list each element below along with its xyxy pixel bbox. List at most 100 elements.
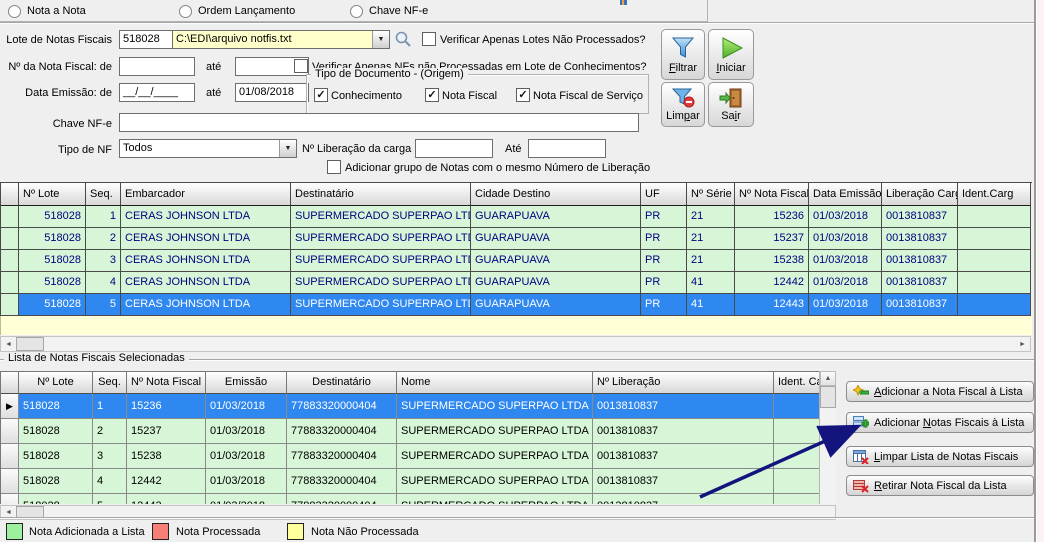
cell[interactable]: 2 [93,419,127,444]
table-row[interactable]: 51802841244201/03/201877883320000404SUPE… [1,469,821,494]
cell[interactable]: 01/03/2018 [809,272,882,294]
cell[interactable]: 77883320000404 [287,469,397,494]
cell[interactable]: 01/03/2018 [206,469,287,494]
cell[interactable]: 15238 [735,250,809,272]
cell[interactable]: 77883320000404 [287,419,397,444]
scroll-left-icon[interactable]: ◄ [1,337,16,351]
cell[interactable]: 01/03/2018 [206,394,287,419]
column-header[interactable]: Nº Nota Fiscal [735,183,809,206]
cell[interactable]: 5 [86,294,121,316]
cell[interactable]: 518028 [19,294,86,316]
cell[interactable]: 21 [687,228,735,250]
radio-ordem-lancamento[interactable]: Ordem Lançamento [179,4,295,18]
tipo-nf-combobox[interactable]: Todos ▼ [119,139,297,158]
verificar-nfs-checkbox[interactable] [294,59,308,73]
liberacao-ate-input[interactable] [528,139,606,158]
cell[interactable]: 0013810837 [882,206,958,228]
table-row[interactable]: 51802821523701/03/201877883320000404SUPE… [1,419,821,444]
column-header[interactable]: Nº Liberação [593,372,774,394]
cell[interactable]: CERAS JOHNSON LTDA [121,272,291,294]
verificar-lotes-checkbox[interactable] [422,32,436,46]
cell[interactable]: 01/03/2018 [206,419,287,444]
scroll-up-icon[interactable]: ▲ [820,371,836,386]
cell[interactable]: 1 [93,394,127,419]
filtrar-button[interactable]: Filtrar [661,29,705,80]
column-header[interactable]: Seq. [93,372,127,394]
cell[interactable]: 1 [86,206,121,228]
adicionar-nota-button[interactable]: Adicionar a Nota Fiscal à Lista [846,381,1034,402]
cell[interactable]: SUPERMERCADO SUPERPAO LTDA [291,206,471,228]
cell[interactable]: 21 [687,206,735,228]
cell[interactable]: 5 [93,494,127,504]
cell[interactable]: GUARAPUAVA [471,206,641,228]
notas-selecionadas-grid[interactable]: Nº LoteSeq.Nº Nota FiscalEmissãoDestinat… [0,371,821,504]
cell[interactable]: 15236 [735,206,809,228]
cell[interactable]: 518028 [19,206,86,228]
cell[interactable]: 01/03/2018 [809,206,882,228]
limpar-lista-button[interactable]: Limpar Lista de Notas Fiscais [846,446,1034,467]
cell[interactable]: 77883320000404 [287,444,397,469]
column-header[interactable]: Destinatário [287,372,397,394]
search-icon[interactable] [394,30,412,48]
column-header[interactable]: Nº Lote [19,183,86,206]
cell[interactable]: 0013810837 [593,494,774,504]
cell[interactable]: SUPERMERCADO SUPERPAO LTDA [291,272,471,294]
cell[interactable]: 3 [86,250,121,272]
cell[interactable]: 0013810837 [593,394,774,419]
cell[interactable]: PR [641,272,687,294]
column-header[interactable]: Ident. Car [774,372,820,394]
cell[interactable]: SUPERMERCADO SUPERPAO LTDA [397,469,593,494]
cell[interactable]: SUPERMERCADO SUPERPAO LTDA [397,494,593,504]
table-row[interactable]: 5180283CERAS JOHNSON LTDASUPERMERCADO SU… [1,250,1032,272]
cell[interactable]: 77883320000404 [287,494,397,504]
table-row[interactable]: 5180282CERAS JOHNSON LTDASUPERMERCADO SU… [1,228,1032,250]
cell[interactable]: 4 [86,272,121,294]
cell[interactable]: GUARAPUAVA [471,250,641,272]
cell[interactable]: 77883320000404 [287,394,397,419]
chevron-down-icon[interactable]: ▼ [372,31,389,48]
cell[interactable]: 01/03/2018 [809,228,882,250]
cell[interactable]: SUPERMERCADO SUPERPAO LTDA [291,228,471,250]
nota-fiscal-servico-checkbox[interactable]: ✓ [516,88,530,102]
cell[interactable]: SUPERMERCADO SUPERPAO LTDA [397,394,593,419]
column-header[interactable]: Nome [397,372,593,394]
chevron-down-icon[interactable]: ▼ [279,140,296,157]
cell[interactable]: 15237 [735,228,809,250]
column-header[interactable]: Nº Nota Fiscal [127,372,206,394]
cell[interactable]: 15236 [127,394,206,419]
column-header[interactable]: Nº Lote [19,372,93,394]
emissao-de-input[interactable]: __/__/____ [119,83,195,102]
cell[interactable]: CERAS JOHNSON LTDA [121,250,291,272]
cell[interactable]: 0013810837 [593,419,774,444]
scrollbar-thumb[interactable] [820,386,836,408]
cell[interactable]: GUARAPUAVA [471,272,641,294]
cell[interactable] [774,444,820,469]
column-header[interactable]: Data Emissão [809,183,882,206]
sair-button[interactable]: Sair [708,82,754,127]
retirar-nota-button[interactable]: Retirar Nota Fiscal da Lista [846,475,1034,496]
cell[interactable]: 518028 [19,494,93,504]
liberacao-de-input[interactable] [415,139,493,158]
column-header[interactable]: Seq. [86,183,121,206]
cell[interactable]: 518028 [19,419,93,444]
cell[interactable]: 41 [687,272,735,294]
cell[interactable]: 2 [86,228,121,250]
cell[interactable]: 0013810837 [593,469,774,494]
cell[interactable]: 0013810837 [882,294,958,316]
notas-fiscais-grid[interactable]: Nº LoteSeq.EmbarcadorDestinatárioCidade … [0,182,1032,317]
cell[interactable]: 0013810837 [593,444,774,469]
cell[interactable]: SUPERMERCADO SUPERPAO LTDA [397,419,593,444]
cell[interactable]: 3 [93,444,127,469]
iniciar-button[interactable]: Iniciar [708,29,754,80]
cell[interactable]: SUPERMERCADO SUPERPAO LTDA [397,444,593,469]
scrollbar-thumb[interactable] [16,337,44,351]
radio-chave-nfe[interactable]: Chave NF-e [350,4,428,18]
cell[interactable]: 4 [93,469,127,494]
cell[interactable]: 518028 [19,394,93,419]
cell[interactable]: 21 [687,250,735,272]
cell[interactable]: 01/03/2018 [206,444,287,469]
column-header[interactable]: Emissão [206,372,287,394]
column-header[interactable]: Ident.Carg [958,183,1031,206]
cell[interactable]: GUARAPUAVA [471,294,641,316]
cell[interactable]: PR [641,206,687,228]
